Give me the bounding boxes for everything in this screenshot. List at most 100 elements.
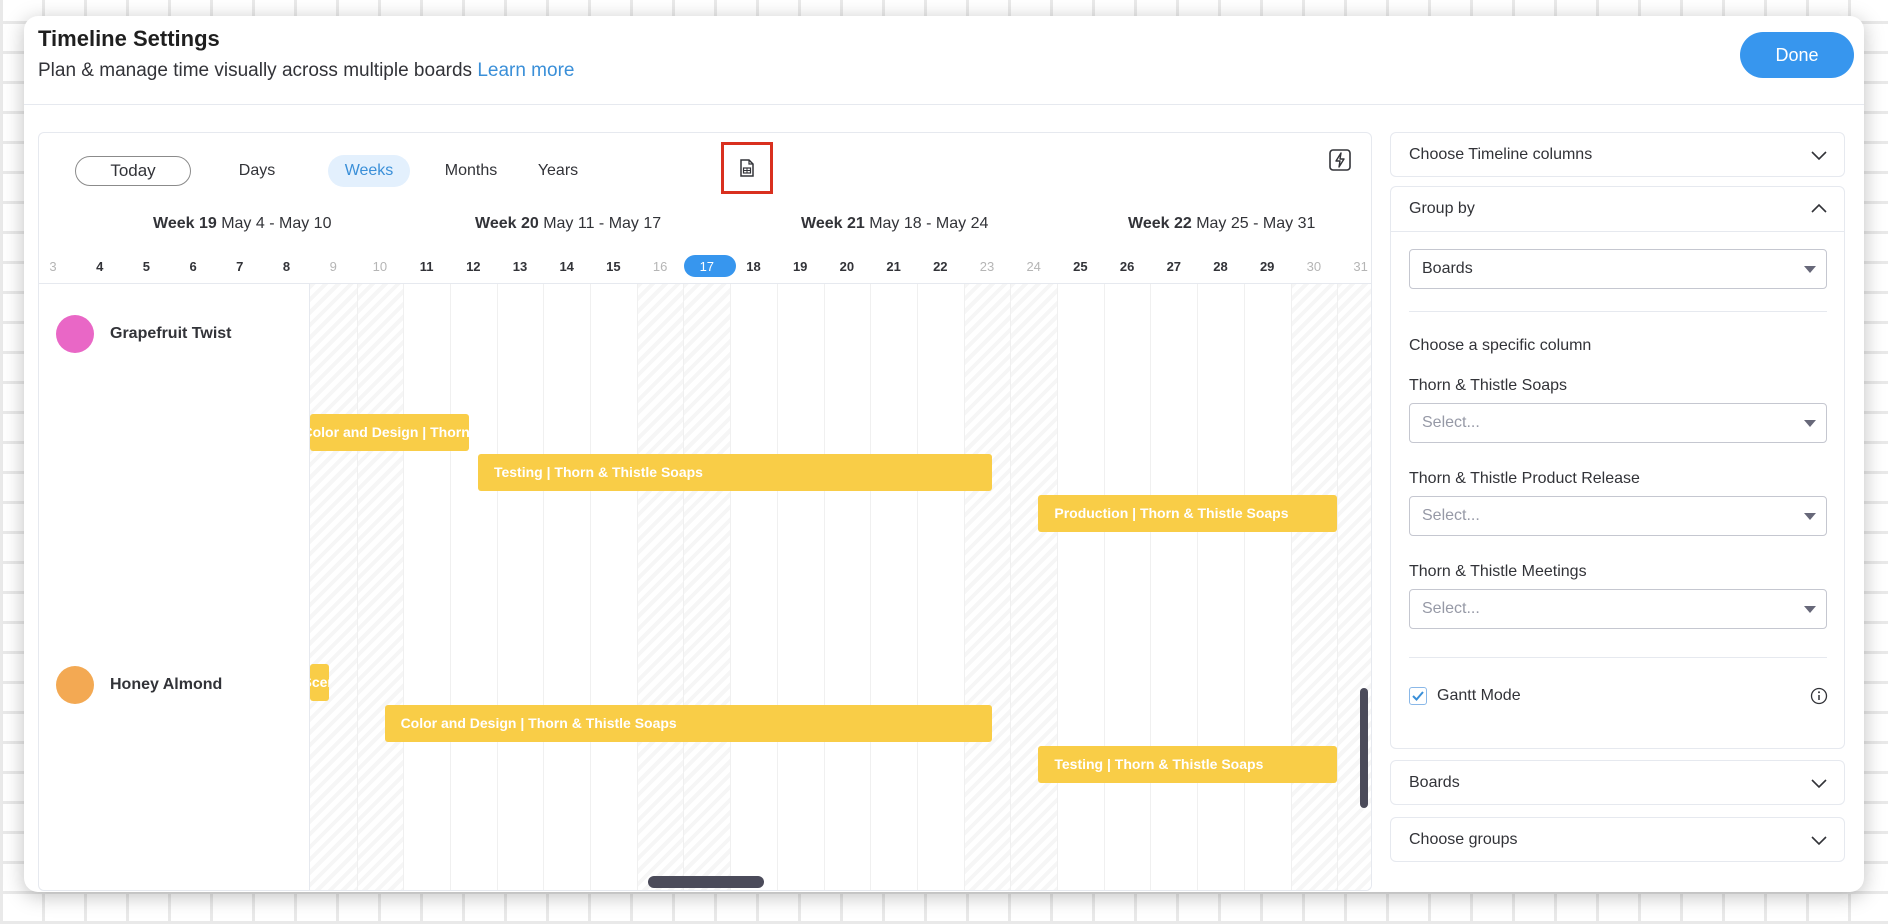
day-number: 23 — [979, 259, 995, 274]
day-gridline — [590, 284, 592, 890]
weekend-column — [1010, 284, 1058, 890]
board-column-select[interactable]: Select... — [1409, 403, 1827, 443]
day-number: 7 — [236, 259, 244, 274]
checkmark-icon — [1412, 691, 1424, 701]
day-gridline — [916, 284, 918, 890]
day-number: 4 — [96, 259, 104, 274]
day-number: 27 — [1166, 259, 1182, 274]
group-name: Honey Almond — [110, 676, 223, 693]
day-number: 13 — [512, 259, 528, 274]
chevron-up-icon[interactable] — [1810, 200, 1828, 218]
bar-label: Scent Design | Thorn & Thistle Soaps — [310, 674, 329, 690]
gantt-mode-checkbox[interactable] — [1409, 687, 1427, 705]
board-column-label: Thorn & Thistle Meetings — [1409, 563, 1587, 580]
section-header[interactable]: Choose groups — [1391, 818, 1844, 862]
day-gridline — [403, 284, 405, 890]
section-divider — [1391, 231, 1844, 232]
day-gridline — [356, 284, 358, 890]
learn-more-link[interactable]: Learn more — [477, 60, 574, 81]
day-number: 18 — [746, 259, 761, 274]
day-number: 11 — [419, 259, 434, 274]
vertical-scrollbar[interactable] — [1360, 688, 1368, 808]
day-gridline — [543, 284, 545, 890]
choose-column-label: Choose a specific column — [1409, 337, 1592, 354]
dialog-header: Timeline Settings Plan & manage time vis… — [24, 16, 1864, 105]
zoom-days-button[interactable]: Days — [227, 155, 287, 187]
group-color-dot — [56, 315, 94, 353]
chevron-down-icon — [1811, 779, 1827, 789]
board-column-select[interactable]: Select... — [1409, 589, 1827, 629]
day-gridline — [496, 284, 498, 890]
caret-down-icon — [1804, 266, 1816, 273]
select-placeholder: Select... — [1422, 414, 1480, 431]
bar-label: Testing | Thorn & Thistle Soaps — [493, 464, 703, 480]
timeline-panel: Today Days Weeks Months Years Week 19 Ma… — [38, 132, 1372, 891]
zoom-months-button[interactable]: Months — [433, 155, 509, 187]
day-gridline — [1010, 284, 1012, 890]
day-gridline — [1290, 284, 1292, 890]
zoom-weeks-button[interactable]: Weeks — [328, 155, 410, 187]
selected-value: Boards — [1422, 260, 1473, 277]
day-number: 30 — [1306, 259, 1322, 274]
section-divider — [1409, 311, 1827, 312]
caret-down-icon — [1804, 606, 1816, 613]
today-button[interactable]: Today — [75, 156, 191, 186]
day-number: 16 — [652, 259, 668, 274]
section-header[interactable]: Choose Timeline columns — [1391, 133, 1844, 177]
timeline-bar[interactable]: Color and Design | Thorn & Thistle Soaps — [310, 414, 469, 451]
week-header-21: Week 21 May 18 - May 24 — [801, 215, 989, 232]
chevron-down-icon — [1811, 151, 1827, 161]
section-header[interactable]: Boards — [1391, 761, 1844, 805]
timeline-grid: Grapefruit Twist Honey Almond Color and … — [39, 283, 1371, 890]
day-gridline — [963, 284, 965, 890]
day-gridline — [636, 284, 638, 890]
automation-button[interactable] — [1329, 149, 1351, 171]
boards-section[interactable]: Boards — [1390, 760, 1845, 805]
timeline-bar[interactable]: Production | Thorn & Thistle Soaps — [1038, 495, 1338, 532]
day-gridline — [1057, 284, 1059, 890]
info-icon[interactable] — [1810, 687, 1828, 705]
select-placeholder: Select... — [1422, 600, 1480, 617]
timeline-bar[interactable]: Scent Design | Thorn & Thistle Soaps — [310, 664, 329, 701]
horizontal-scrollbar[interactable] — [648, 876, 764, 888]
subtitle-text: Plan & manage time visually across multi… — [38, 60, 473, 81]
group-by-select[interactable]: Boards — [1409, 249, 1827, 289]
choose-groups-section[interactable]: Choose groups — [1390, 817, 1845, 862]
day-gridline — [823, 284, 825, 890]
day-number: 22 — [933, 259, 948, 274]
day-number: 9 — [329, 259, 337, 274]
page-title: Timeline Settings — [38, 26, 220, 51]
weekend-column — [683, 284, 731, 890]
day-number: 25 — [1073, 259, 1088, 274]
timeline-bar[interactable]: Testing | Thorn & Thistle Soaps — [1038, 746, 1338, 783]
zoom-years-button[interactable]: Years — [523, 155, 593, 187]
done-button[interactable]: Done — [1740, 32, 1854, 78]
group-by-section: Group by Boards Choose a specific column… — [1390, 186, 1845, 749]
timeline-settings-dialog: Timeline Settings Plan & manage time vis… — [24, 16, 1864, 892]
day-number: 6 — [189, 259, 197, 274]
day-number: 10 — [372, 259, 388, 274]
section-header[interactable]: Group by — [1391, 187, 1844, 231]
bar-label: Testing | Thorn & Thistle Soaps — [1054, 756, 1264, 772]
select-placeholder: Select... — [1422, 507, 1480, 524]
section-divider — [1409, 657, 1827, 658]
document-icon — [740, 159, 754, 177]
day-gridline — [1103, 284, 1105, 890]
day-number: 28 — [1213, 259, 1228, 274]
board-column-label: Thorn & Thistle Soaps — [1409, 377, 1568, 394]
weekend-column — [963, 284, 1011, 890]
day-number: 29 — [1259, 259, 1275, 274]
day-number: 8 — [282, 259, 291, 274]
chevron-down-icon — [1811, 836, 1827, 846]
day-number: 26 — [1119, 259, 1135, 274]
day-gridline — [1243, 284, 1245, 890]
choose-timeline-columns-section[interactable]: Choose Timeline columns — [1390, 132, 1845, 177]
week-header-22: Week 22 May 25 - May 31 — [1128, 215, 1316, 232]
week-header-19: Week 19 May 4 - May 10 — [153, 215, 332, 232]
group-column-divider — [309, 284, 310, 890]
export-button-highlight[interactable] — [721, 142, 773, 194]
day-number: 24 — [1026, 259, 1041, 274]
timeline-bar[interactable]: Color and Design | Thorn & Thistle Soaps — [384, 705, 992, 742]
timeline-bar[interactable]: Testing | Thorn & Thistle Soaps — [477, 454, 992, 491]
board-column-select[interactable]: Select... — [1409, 496, 1827, 536]
